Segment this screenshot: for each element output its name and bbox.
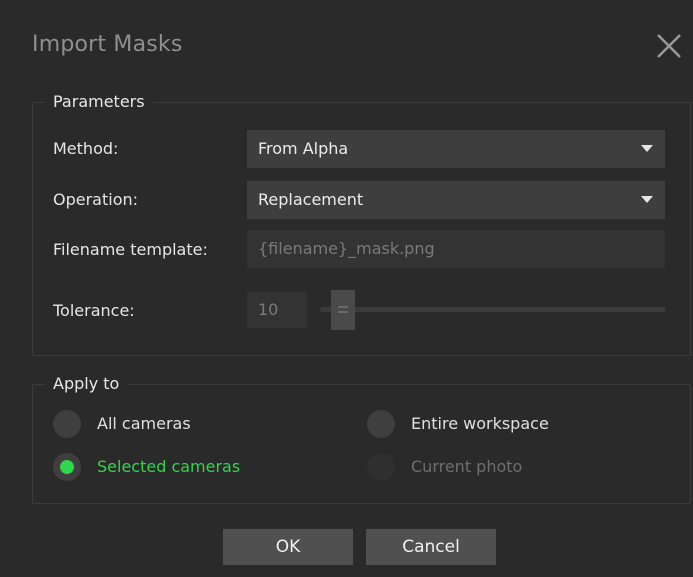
radio-label: All cameras bbox=[97, 414, 191, 433]
grip-line bbox=[338, 311, 348, 313]
method-value: From Alpha bbox=[258, 139, 349, 158]
radio-label: Entire workspace bbox=[411, 414, 549, 433]
filename-template-label: Filename template: bbox=[53, 240, 208, 259]
apply-to-legend: Apply to bbox=[45, 374, 128, 393]
tolerance-slider[interactable] bbox=[320, 290, 666, 330]
filename-template-field[interactable]: {filename}_mask.png bbox=[247, 230, 665, 268]
method-label: Method: bbox=[53, 139, 119, 158]
close-button[interactable] bbox=[653, 30, 685, 62]
radio-icon bbox=[53, 410, 81, 438]
slider-track bbox=[320, 307, 666, 312]
slider-handle[interactable] bbox=[331, 290, 355, 330]
cancel-button[interactable]: Cancel bbox=[366, 529, 496, 565]
radio-label: Selected cameras bbox=[97, 457, 241, 476]
ok-button[interactable]: OK bbox=[223, 529, 353, 565]
tolerance-label: Tolerance: bbox=[53, 301, 135, 320]
grip-line bbox=[338, 306, 348, 308]
close-icon bbox=[657, 34, 681, 58]
radio-checked-icon bbox=[53, 453, 81, 481]
apply-to-group: Apply to bbox=[32, 374, 691, 504]
tolerance-input[interactable]: 10 bbox=[247, 292, 307, 328]
chevron-down-icon bbox=[641, 145, 653, 152]
chevron-down-icon bbox=[641, 196, 653, 203]
radio-label: Current photo bbox=[411, 457, 523, 476]
operation-value: Replacement bbox=[258, 190, 364, 209]
dialog-title: Import Masks bbox=[32, 32, 183, 57]
radio-icon bbox=[367, 410, 395, 438]
operation-dropdown[interactable]: Replacement bbox=[247, 181, 665, 219]
method-dropdown[interactable]: From Alpha bbox=[247, 130, 665, 168]
import-masks-dialog: Import Masks Parameters Method: From Alp… bbox=[0, 0, 693, 577]
parameters-legend: Parameters bbox=[45, 92, 153, 111]
radio-icon bbox=[367, 453, 395, 481]
operation-label: Operation: bbox=[53, 190, 139, 209]
